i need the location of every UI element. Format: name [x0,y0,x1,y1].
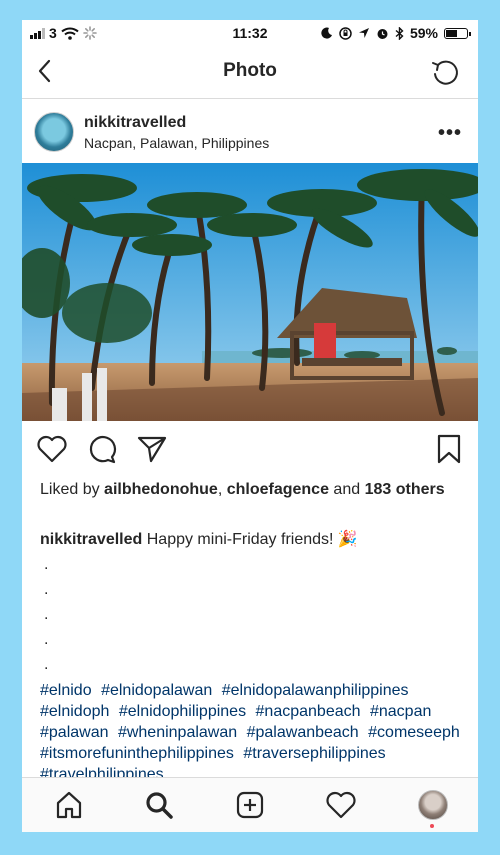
battery-percent: 59% [409,25,438,41]
caption-dots: . . . . . [44,552,74,677]
refresh-icon[interactable] [430,57,460,87]
comment-icon[interactable] [86,434,118,464]
hashtag-link[interactable]: #palawan [40,724,109,741]
likes-count[interactable]: 183 others [365,481,445,498]
search-icon[interactable] [144,790,174,820]
activity-heart-icon[interactable] [325,790,357,820]
hashtag-link[interactable]: #palawanbeach [247,724,359,741]
bluetooth-icon [395,26,404,40]
hashtag-link[interactable]: #elnidopalawanphilippines [222,682,409,699]
hashtag-list: #elnido #elnidopalawan #elnidopalawanphi… [40,680,465,778]
add-post-icon[interactable] [235,790,265,820]
navigation-bar: Photo [22,46,478,99]
hashtag-link[interactable]: #elnidoph [40,703,109,720]
share-icon[interactable] [136,434,168,464]
liked-by-user[interactable]: ailbhedonohue [104,481,218,498]
likes-summary[interactable]: Liked by ailbhedonohue, chloefagence and… [40,480,460,500]
page-title: Photo [223,60,277,81]
post-header: nikkitravelled Nacpan, Palawan, Philippi… [22,102,478,162]
dot-line: . [44,631,49,648]
battery-icon [444,27,471,39]
dot-line: . [44,656,49,673]
hashtag-link[interactable]: #elnidophilippines [119,703,246,720]
notification-dot [430,824,434,828]
moon-icon [321,27,332,39]
home-icon[interactable] [54,790,84,820]
hashtag-link[interactable]: #comeseeph [368,724,460,741]
profile-tab[interactable] [418,790,448,830]
hashtag-link[interactable]: #nacpan [370,703,431,720]
hashtag-link[interactable]: #elnido [40,682,92,699]
dot-line: . [44,581,49,598]
dot-line: . [44,556,49,573]
location-icon [358,28,369,38]
hashtag-link[interactable]: #elnidopalawan [101,682,212,699]
orientation-lock-icon [339,26,352,40]
beach-photo-illustration [22,163,478,421]
profile-avatar [418,790,448,820]
bookmark-icon[interactable] [436,434,462,464]
more-options-icon[interactable]: ••• [438,122,462,145]
phone-screen: 3 11:32 59% Photo nikkitravelled Nacpan,… [22,20,478,832]
dot-line: . [44,606,49,623]
post-photo[interactable] [22,163,478,421]
post-username[interactable]: nikkitravelled [84,114,186,132]
hashtag-link[interactable]: #wheninpalawan [118,724,237,741]
alarm-icon [377,28,388,39]
user-avatar[interactable] [34,112,74,152]
hashtag-link[interactable]: #nacpanbeach [256,703,361,720]
caption-text: Happy mini-Friday friends! 🎉 [146,531,358,548]
bottom-tab-bar [22,777,478,832]
post-location[interactable]: Nacpan, Palawan, Philippines [84,135,269,151]
hashtag-link[interactable]: #traversephilippines [243,745,385,762]
post-actions [22,430,478,470]
heart-icon[interactable] [36,434,68,464]
post-caption: nikkitravelled Happy mini-Friday friends… [40,530,460,550]
caption-username[interactable]: nikkitravelled [40,531,142,548]
liked-by-user[interactable]: chloefagence [227,481,329,498]
hashtag-link[interactable]: #itsmorefuninthephilippines [40,745,234,762]
status-bar: 3 11:32 59% [22,20,478,46]
